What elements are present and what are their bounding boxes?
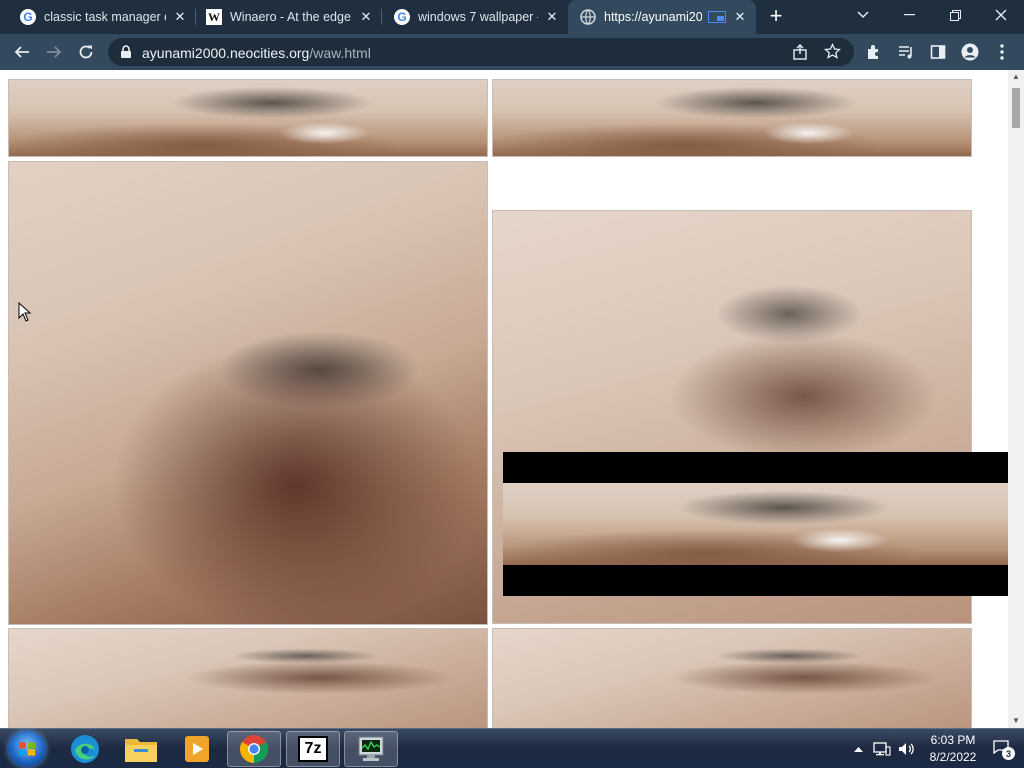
media-control-icon[interactable] — [894, 40, 918, 64]
tab-title: https://ayunami20 — [604, 10, 702, 24]
picture-in-picture-icon[interactable] — [708, 11, 726, 23]
tab-search-button[interactable] — [840, 0, 886, 30]
edge-taskbar-button[interactable] — [58, 731, 112, 767]
tab-google-search-2[interactable]: G windows 7 wallpaper - ✕ — [382, 0, 568, 34]
lock-icon[interactable] — [120, 45, 132, 64]
winaero-icon: W — [206, 9, 222, 25]
scroll-down-arrow[interactable]: ▼ — [1008, 714, 1024, 728]
forward-button[interactable] — [42, 40, 66, 64]
google-icon: G — [394, 9, 410, 25]
7zip-icon: 7z — [298, 736, 328, 762]
mouse-cursor-icon — [18, 301, 32, 327]
windows-taskbar: 7z 6:03 PM 8/2/2022 3 — [0, 728, 1024, 768]
reload-button[interactable] — [74, 40, 98, 64]
page-image — [8, 79, 488, 157]
close-icon[interactable]: ✕ — [358, 9, 374, 25]
tab-winaero[interactable]: W Winaero - At the edge ✕ — [196, 0, 382, 34]
close-icon[interactable]: ✕ — [732, 9, 748, 25]
bookmark-star-icon[interactable] — [823, 42, 842, 65]
letterbox-bar — [503, 565, 1013, 596]
minimize-button[interactable] — [886, 0, 932, 30]
scroll-up-arrow[interactable]: ▲ — [1008, 70, 1024, 84]
media-player-taskbar-button[interactable] — [170, 731, 224, 767]
video-frame — [503, 483, 1013, 565]
task-manager-taskbar-button[interactable] — [344, 731, 398, 767]
tab-title: windows 7 wallpaper - — [418, 10, 538, 24]
clock-date: 8/2/2022 — [929, 750, 977, 764]
tab-title: classic task manager do — [44, 10, 166, 24]
7zip-taskbar-button[interactable]: 7z — [286, 731, 340, 767]
page-image — [492, 628, 972, 728]
tab-google-search-1[interactable]: G classic task manager do ✕ — [0, 0, 196, 34]
page-content: ▲ ▼ — [0, 70, 1024, 728]
show-hidden-icons-button[interactable] — [850, 729, 866, 768]
menu-kebab-icon[interactable] — [990, 40, 1014, 64]
close-icon[interactable]: ✕ — [544, 9, 560, 25]
extensions-puzzle-icon[interactable] — [862, 40, 886, 64]
clock-time: 6:03 PM — [930, 733, 976, 747]
google-icon: G — [20, 9, 36, 25]
restore-button[interactable] — [932, 0, 978, 30]
vertical-scrollbar[interactable]: ▲ ▼ — [1008, 70, 1024, 728]
tab-active-ayunami[interactable]: https://ayunami20 ✕ — [568, 0, 756, 34]
browser-toolbar: ayunami2000.neocities.org/waw.html — [0, 34, 1024, 70]
profile-avatar-icon[interactable] — [958, 40, 982, 64]
start-orb-button[interactable] — [8, 731, 46, 767]
screen: G classic task manager do ✕ W Winaero - … — [0, 0, 1024, 768]
page-image — [492, 79, 972, 157]
new-tab-button[interactable]: + — [764, 5, 788, 29]
network-icon[interactable] — [872, 729, 892, 768]
file-explorer-taskbar-button[interactable] — [114, 731, 168, 767]
page-image — [8, 628, 488, 728]
system-clock[interactable]: 6:03 PM 8/2/2022 — [920, 732, 986, 766]
globe-icon — [580, 9, 596, 25]
page-image — [8, 161, 488, 625]
close-window-button[interactable] — [978, 0, 1024, 30]
close-icon[interactable]: ✕ — [172, 9, 188, 25]
share-icon[interactable] — [792, 44, 808, 65]
letterbox-bar — [503, 452, 1013, 483]
back-button[interactable] — [10, 40, 34, 64]
action-center-button[interactable]: 3 — [990, 729, 1016, 768]
url-host: ayunami2000.neocities.org — [142, 45, 310, 61]
tab-title: Winaero - At the edge — [230, 10, 351, 24]
address-bar[interactable]: ayunami2000.neocities.org/waw.html — [108, 38, 854, 66]
floating-video-overlay[interactable] — [503, 452, 1013, 596]
volume-icon[interactable] — [896, 729, 918, 768]
tab-strip: G classic task manager do ✕ W Winaero - … — [0, 0, 1024, 34]
notification-count-badge: 3 — [1002, 747, 1015, 760]
chrome-taskbar-button[interactable] — [227, 731, 281, 767]
side-panel-icon[interactable] — [926, 40, 950, 64]
url-text: ayunami2000.neocities.org/waw.html — [142, 45, 371, 61]
url-path: /waw.html — [309, 45, 371, 61]
scrollbar-thumb[interactable] — [1012, 88, 1020, 128]
